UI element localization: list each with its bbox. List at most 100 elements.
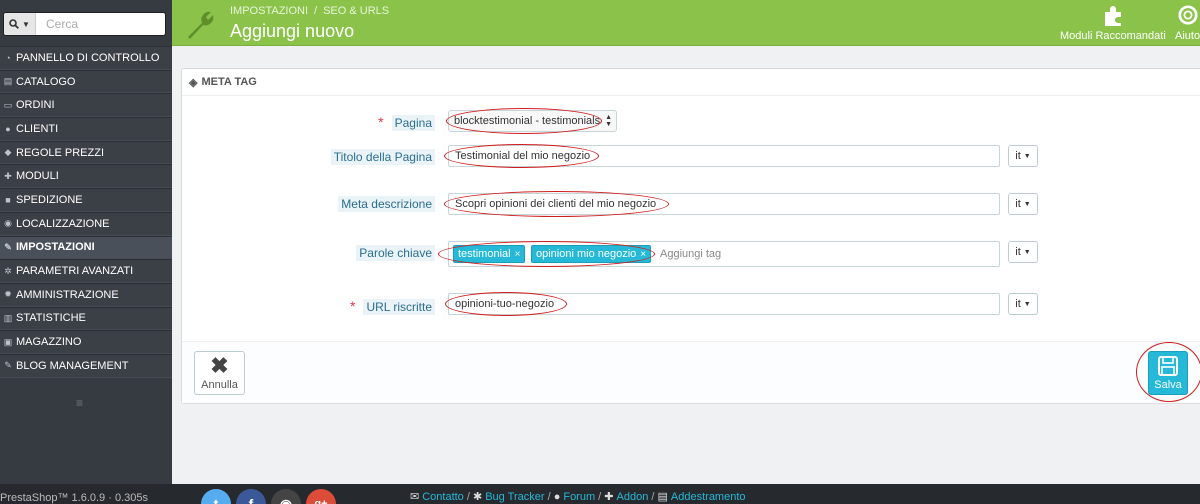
caret-down-icon: ▼ bbox=[22, 19, 30, 29]
recommended-modules-label: Moduli Raccomandati bbox=[1060, 30, 1166, 42]
sidebar-item-administration[interactable]: ✹ AMMINISTRAZIONE bbox=[0, 282, 172, 307]
breadcrumb: IMPOSTAZIONI / SEO & URLS bbox=[230, 5, 389, 17]
page-header: IMPOSTAZIONI / SEO & URLS Aggiungi nuovo M… bbox=[172, 0, 1200, 46]
dashboard-icon: ◔ bbox=[5, 52, 11, 63]
language-code: it bbox=[1015, 150, 1021, 162]
truck-icon: ■ bbox=[5, 194, 11, 205]
keywords-language-button[interactable]: it ▼ bbox=[1008, 241, 1038, 263]
sidebar-item-label: MAGAZZINO bbox=[16, 336, 82, 349]
sidebar-item-label: PARAMETRI AVANZATI bbox=[16, 265, 134, 278]
github-icon[interactable]: ◉ bbox=[271, 489, 301, 504]
sidebar-item-label: ORDINI bbox=[16, 99, 55, 112]
sidebar-item-stock[interactable]: ▣ MAGAZZINO bbox=[0, 330, 172, 354]
credit-card-icon: ▭ bbox=[3, 99, 13, 110]
caret-down-icon: ▼ bbox=[1023, 200, 1031, 208]
panel-heading: ◈ META TAG bbox=[182, 69, 1200, 96]
puzzle-icon: ✚ bbox=[4, 170, 12, 181]
book-icon: ▤ bbox=[3, 76, 13, 87]
language-code: it bbox=[1015, 298, 1021, 310]
sidebar-item-label: PANNELLO DI CONTROLLO bbox=[16, 51, 160, 64]
breadcrumb-item[interactable]: SEO & URLS bbox=[323, 5, 389, 17]
save-label: Salva bbox=[1154, 379, 1182, 391]
sidebar-item-price-rules[interactable]: ◆ REGOLE PREZZI bbox=[0, 140, 172, 165]
sidebar-item-label: SPEDIZIONE bbox=[16, 193, 83, 206]
rewritten-url-input[interactable]: opinioni-tuo-negozio bbox=[448, 293, 1000, 315]
pencil-icon: ✎ bbox=[4, 360, 12, 371]
google-plus-icon[interactable]: g+ bbox=[306, 489, 336, 504]
page-title-value: Testimonial del mio negozio bbox=[455, 150, 591, 162]
rewritten-url-language-button[interactable]: it ▼ bbox=[1008, 293, 1038, 315]
required-asterisk: * bbox=[378, 114, 384, 130]
puzzle-icon bbox=[1104, 6, 1121, 26]
add-tag-placeholder: Aggiungi tag bbox=[660, 248, 722, 260]
sidebar-item-modules[interactable]: ✚ MODULI bbox=[0, 164, 172, 189]
search-scope-button[interactable]: ▼ bbox=[4, 13, 36, 35]
help-button[interactable]: Aiuto bbox=[1175, 4, 1200, 42]
sidebar-item-label: AMMINISTRAZIONE bbox=[16, 288, 119, 301]
cancel-button[interactable]: ✖ Annulla bbox=[194, 351, 245, 395]
breadcrumb-item[interactable]: IMPOSTAZIONI bbox=[230, 5, 308, 17]
meta-tag-panel: ◈ META TAG * Pagina blocktestimonial - te… bbox=[181, 68, 1200, 403]
search-box: ▼ bbox=[3, 12, 166, 36]
sidebar-item-label: LOCALIZZAZIONE bbox=[16, 217, 110, 230]
sidebar-item-advanced-parameters[interactable]: ✲ PARAMETRI AVANZATI bbox=[0, 259, 172, 283]
recommended-modules-button[interactable]: Moduli Raccomandati bbox=[1060, 4, 1166, 42]
contact-link[interactable]: Contatto bbox=[422, 491, 464, 503]
meta-description-label-text: Meta descrizione bbox=[338, 196, 435, 212]
caret-down-icon: ▼ bbox=[1023, 300, 1031, 308]
wrench-icon: ✎ bbox=[4, 241, 12, 252]
cancel-label: Annulla bbox=[201, 379, 238, 391]
rewritten-url-field-label: * URL riscritte bbox=[350, 298, 435, 315]
wrench-icon bbox=[188, 11, 214, 39]
sidebar-item-shipping[interactable]: ■ SPEDIZIONE bbox=[0, 188, 172, 212]
sidebar-item-label: IMPOSTAZIONI bbox=[16, 241, 95, 254]
addon-link[interactable]: Addon bbox=[617, 491, 649, 503]
footer-links: ✉ Contatto / ✱ Bug Tracker / ● Forum / ✚ Add… bbox=[410, 491, 746, 503]
version-info: PrestaShop™ 1.6.0.9 · 0.305s bbox=[0, 492, 148, 504]
meta-description-field-label: Meta descrizione bbox=[338, 196, 435, 212]
archive-icon: ▣ bbox=[3, 336, 13, 347]
search-icon bbox=[9, 19, 19, 29]
page-select-value: blocktestimonial - testimonials bbox=[454, 115, 601, 127]
search-input[interactable] bbox=[38, 13, 164, 35]
main-menu: ◔ PANNELLO DI CONTROLLO ▤ CATALOGO ▭ ORDINI… bbox=[0, 46, 172, 378]
forum-link[interactable]: Forum bbox=[563, 491, 595, 503]
language-code: it bbox=[1015, 198, 1021, 210]
close-icon: ✖ bbox=[210, 353, 229, 378]
twitter-icon[interactable]: t bbox=[201, 489, 231, 504]
page-title: Aggiungi nuovo bbox=[230, 21, 355, 41]
bug-tracker-link[interactable]: Bug Tracker bbox=[485, 491, 544, 503]
bug-icon: ✱ bbox=[472, 491, 483, 503]
keywords-field-label: Parole chiave bbox=[356, 245, 435, 261]
users-icon: ● bbox=[5, 123, 11, 134]
bar-chart-icon: ▥ bbox=[3, 312, 13, 323]
menu-collapse-icon[interactable]: ≡ bbox=[76, 397, 90, 409]
sidebar-item-dashboard[interactable]: ◔ PANNELLO DI CONTROLLO bbox=[0, 46, 172, 70]
page-title-language-button[interactable]: it ▼ bbox=[1008, 145, 1038, 167]
keyword-tag[interactable]: testimonial × bbox=[453, 245, 526, 263]
page-select[interactable]: blocktestimonial - testimonials ▲ ▼ bbox=[448, 110, 617, 132]
sidebar-item-orders[interactable]: ▭ ORDINI bbox=[0, 93, 172, 118]
keyword-tag[interactable]: opinioni mio negozio × bbox=[531, 245, 652, 263]
cogs-icon: ✲ bbox=[4, 265, 12, 276]
sidebar-item-label: STATISTICHE bbox=[16, 312, 86, 325]
training-link[interactable]: Addestramento bbox=[671, 491, 746, 503]
page-title-input[interactable]: Testimonial del mio negozio bbox=[448, 145, 1000, 167]
meta-description-language-button[interactable]: it ▼ bbox=[1008, 193, 1038, 215]
comments-icon: ● bbox=[553, 491, 561, 503]
remove-tag-icon[interactable]: × bbox=[640, 249, 646, 260]
meta-description-input[interactable]: Scopri opinioni dei clienti del mio nego… bbox=[448, 193, 1000, 215]
sidebar-item-settings[interactable]: ✎ IMPOSTAZIONI bbox=[0, 235, 172, 260]
save-button[interactable]: Salva bbox=[1148, 351, 1188, 395]
sidebar-item-localization[interactable]: ◉ LOCALIZZAZIONE bbox=[0, 211, 172, 236]
sidebar-item-stats[interactable]: ▥ STATISTICHE bbox=[0, 306, 172, 331]
sidebar-item-label: CATALOGO bbox=[16, 75, 76, 88]
sidebar-item-blog-management[interactable]: ✎ BLOG MANAGEMENT bbox=[0, 353, 172, 378]
remove-tag-icon[interactable]: × bbox=[515, 249, 521, 260]
sidebar-item-customers[interactable]: ● CLIENTI bbox=[0, 117, 172, 141]
meta-description-value: Scopri opinioni dei clienti del mio nego… bbox=[455, 198, 657, 210]
sidebar-item-catalog[interactable]: ▤ CATALOGO bbox=[0, 69, 172, 94]
tags-icon: ◆ bbox=[4, 147, 12, 158]
facebook-icon[interactable]: f bbox=[236, 489, 266, 504]
rewritten-url-value: opinioni-tuo-negozio bbox=[455, 298, 555, 310]
